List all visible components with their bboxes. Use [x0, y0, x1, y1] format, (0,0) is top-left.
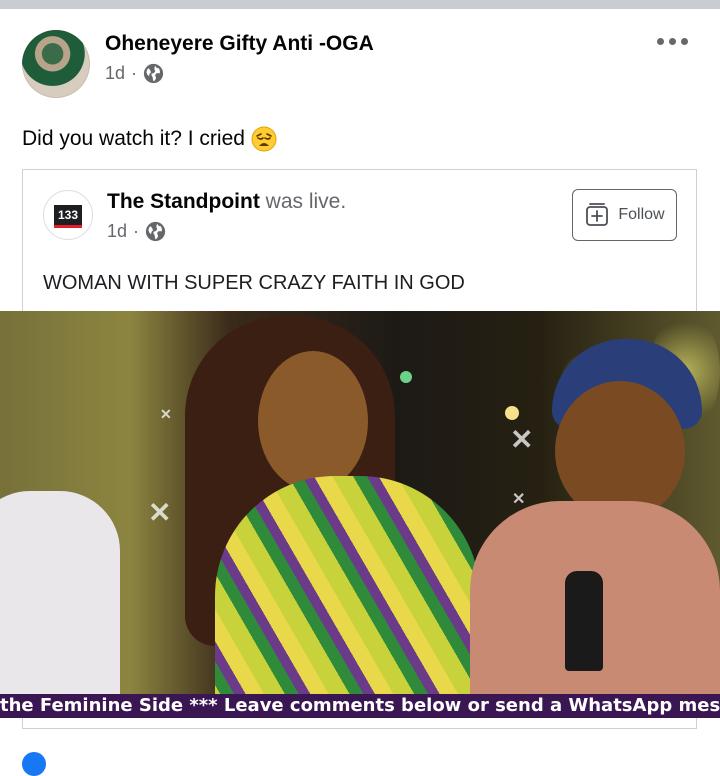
- standpoint-logo: 133: [54, 205, 82, 228]
- page-avatar[interactable]: 133: [43, 190, 93, 240]
- host-dress: [215, 476, 480, 718]
- live-video-thumbnail[interactable]: ✕ ✕ ✕ ✕ the Feminine Side *** Leave comm…: [0, 311, 720, 718]
- reaction-icon[interactable]: [22, 752, 46, 776]
- overlay-x-mark: ✕: [512, 491, 526, 508]
- news-ticker: the Feminine Side *** Leave comments bel…: [0, 694, 720, 718]
- top-divider: [0, 0, 720, 9]
- guest-face: [555, 381, 685, 521]
- author-name[interactable]: Oheneyere Gifty Anti -OGA: [105, 32, 374, 56]
- overlay-x-mark: ✕: [160, 406, 172, 422]
- post-meta: 1d ·: [105, 63, 164, 84]
- weary-face-emoji-icon: [251, 126, 277, 152]
- shared-time[interactable]: 1d: [107, 221, 127, 242]
- live-title: WOMAN WITH SUPER CRAZY FAITH IN GOD: [43, 272, 465, 294]
- globe-icon[interactable]: [143, 63, 164, 84]
- shared-header: The Standpoint was live.: [107, 190, 346, 214]
- post-caption: Did you watch it? I cried: [22, 127, 245, 150]
- follow-button[interactable]: Follow: [572, 189, 677, 241]
- ticker-text: the Feminine Side *** Leave comments bel…: [0, 695, 720, 716]
- host-face: [258, 351, 368, 491]
- follow-page-icon: [586, 203, 609, 226]
- microphone: [565, 571, 603, 671]
- follow-label: Follow: [618, 206, 665, 223]
- meta-separator: ·: [133, 221, 140, 241]
- globe-icon[interactable]: [145, 221, 166, 242]
- person-left-edge: [0, 491, 120, 718]
- overlay-x-mark: ✕: [148, 497, 172, 528]
- page-name[interactable]: The Standpoint: [107, 190, 260, 213]
- overlay-x-mark: ✕: [510, 424, 534, 455]
- meta-separator: ·: [131, 63, 138, 83]
- live-status: was live.: [265, 190, 347, 213]
- more-options-icon[interactable]: [657, 38, 688, 45]
- shared-meta: 1d ·: [107, 221, 166, 242]
- post-text: Did you watch it? I cried: [22, 126, 277, 152]
- post-header: Oheneyere Gifty Anti -OGA 1d ·: [22, 30, 702, 100]
- post-time[interactable]: 1d: [105, 63, 125, 84]
- author-avatar[interactable]: [22, 30, 90, 98]
